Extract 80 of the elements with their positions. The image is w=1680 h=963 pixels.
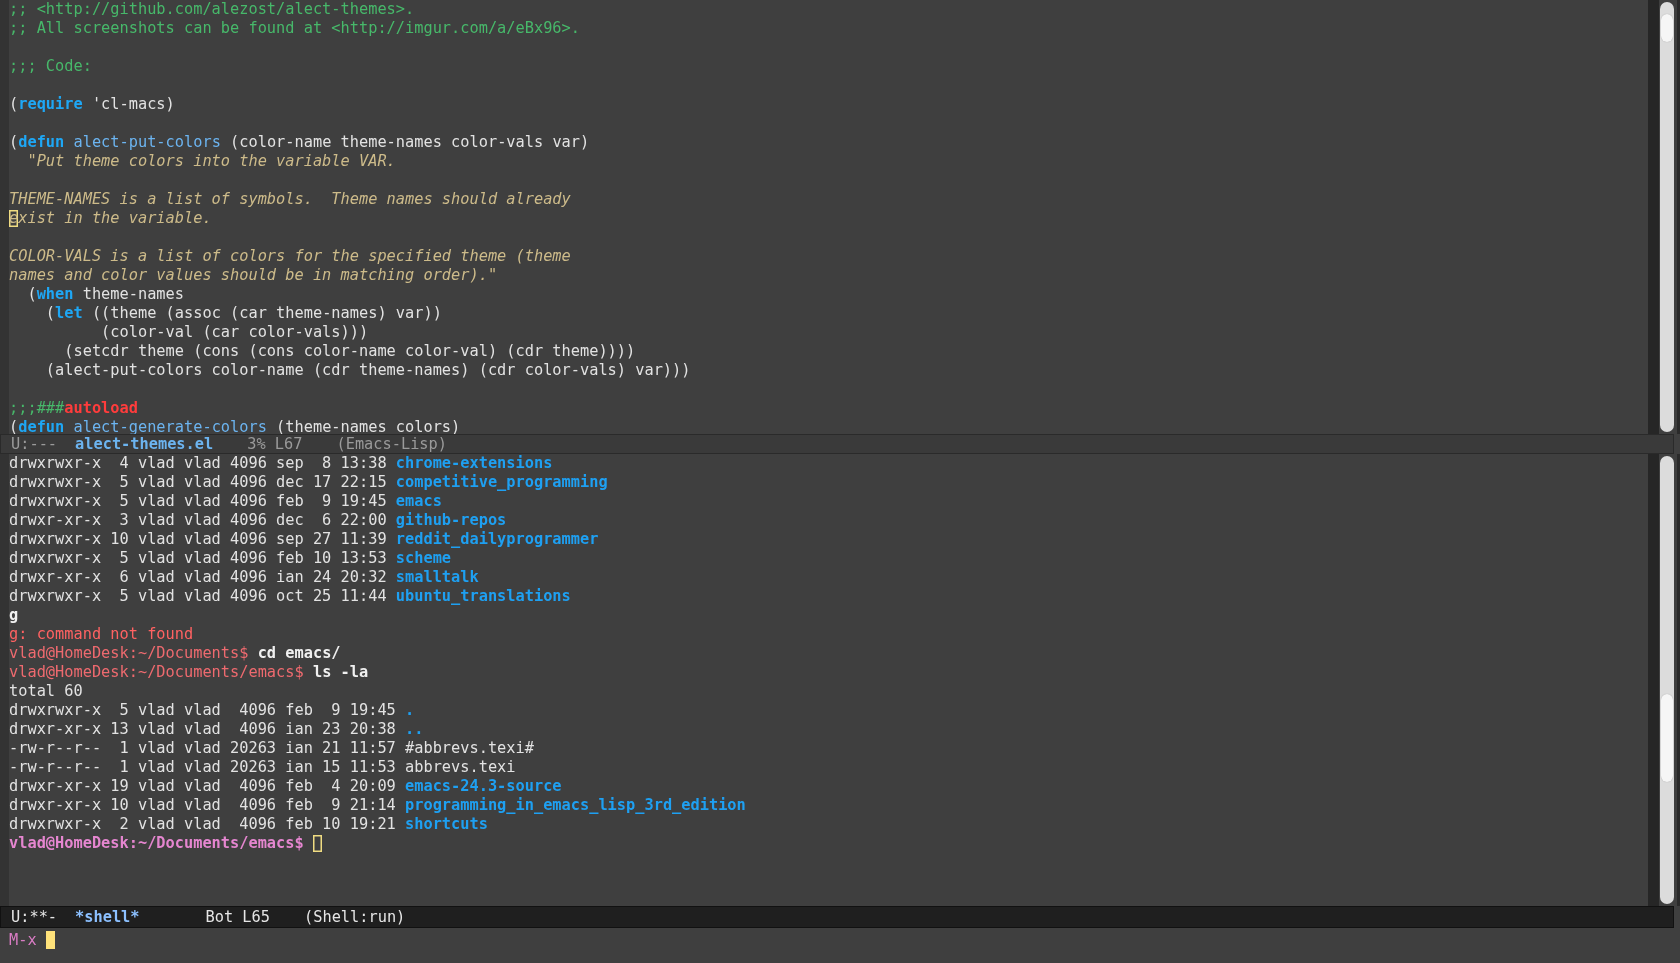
code-text: ( — [44, 304, 56, 322]
code-text: drwxrwxr-x 5 vlad vlad 4096 feb 10 13:53 — [9, 549, 388, 567]
directory-name: smalltalk — [395, 568, 479, 586]
minibuffer-prompt: M-x — [9, 931, 37, 950]
scrollbar[interactable] — [1660, 456, 1674, 904]
buffer-status: U:**- — [11, 907, 58, 927]
code-text: drwxr-xr-x 6 vlad vlad 4096 ian 24 20:32 — [9, 568, 388, 586]
code-keyword: defun — [18, 133, 65, 151]
code-text: ( — [9, 95, 19, 113]
code-text: total 60 — [9, 682, 83, 700]
code-text: -rw-r--r-- 1 vlad vlad 20263 ian 21 11:57 #abbrevs.texi# — [9, 739, 534, 757]
text-cursor — [312, 835, 323, 852]
code-text: -rw-r--r-- 1 vlad vlad 20263 ian 15 11:53 abbrevs.texi — [9, 758, 516, 776]
directory-name: emacs — [395, 492, 442, 510]
directory-name: shortcuts — [405, 815, 488, 833]
docstring-text: xist in the variable. — [18, 209, 212, 227]
directory-name: scheme — [395, 549, 452, 567]
error-message: g: command not found — [9, 625, 194, 643]
shell-prompt: vlad@HomeDesk:~/Documents$ — [9, 644, 249, 662]
shell-prompt: vlad@HomeDesk:~/Documents/emacs$ — [9, 834, 305, 852]
code-text: drwxrwxr-x 5 vlad vlad 4096 oct 25 11:44 — [9, 587, 388, 605]
code-text: (color-val (car color-vals))) — [100, 323, 369, 341]
directory-name: ubuntu_translations — [395, 587, 571, 605]
function-name: alect-put-colors — [73, 133, 221, 151]
code-text: theme-names — [81, 285, 184, 303]
code-text: drwxrwxr-x 2 vlad vlad 4096 feb 10 19:21 — [9, 815, 397, 833]
directory-name: github-repos — [395, 511, 507, 529]
scrollbar[interactable] — [1660, 2, 1674, 432]
code-text: (setcdr theme (cons (cons color-name color-val) (cdr theme)))) — [63, 342, 636, 360]
major-mode[interactable]: (Shell:run) — [304, 907, 406, 927]
docstring-text: THEME-NAMES is a list of symbols. Theme names should already — [9, 190, 571, 208]
shell-prompt: vlad@HomeDesk:~/Documents/emacs$ — [9, 663, 304, 681]
docstring-text: names and color values should be in matching order)." — [9, 266, 498, 284]
docstring-text: "Put theme colors into the variable VAR. — [26, 152, 396, 170]
major-mode[interactable]: (Emacs-Lisp) — [336, 435, 447, 453]
code-keyword: require — [18, 95, 83, 113]
code-text: ( — [9, 133, 19, 151]
code-text: (alect-put-colors color-name (cdr theme-names) (cdr color-vals) var))) — [44, 361, 691, 379]
text-cursor — [45, 931, 55, 949]
command-text: ls -la — [311, 663, 369, 681]
buffer-position: 3% L67 — [247, 435, 303, 453]
autoload-keyword: autoload — [64, 399, 138, 417]
code-text: (color-name theme-names color-vals var) — [229, 133, 590, 151]
code-text: drwxr-xr-x 3 vlad vlad 4096 dec 6 22:00 — [9, 511, 388, 529]
code-keyword: when — [36, 285, 74, 303]
buffer-position: Bot L65 — [205, 907, 270, 927]
code-keyword: let — [55, 304, 83, 322]
directory-name: . — [405, 701, 415, 719]
scrollbar-thumb[interactable] — [1661, 694, 1673, 782]
code-text: drwxrwxr-x 10 vlad vlad 4096 sep 27 11:39 — [9, 530, 388, 548]
directory-name: emacs-24.3-source — [405, 777, 562, 795]
directory-name: .. — [405, 720, 424, 738]
code-text: 'cl-macs) — [90, 95, 175, 113]
code-comment: ;; All screenshots can be found at <http://imgur.com/a/eBx96>. — [9, 19, 580, 37]
code-text: drwxr-xr-x 19 vlad vlad 4096 feb 4 20:09 — [9, 777, 397, 795]
code-text: (theme-names colors) — [275, 418, 461, 434]
command-text: cd emacs/ — [256, 644, 341, 662]
directory-name: reddit_dailyprogrammer — [395, 530, 599, 548]
directory-name: chrome-extensions — [395, 454, 553, 472]
code-comment: ;;; Code: — [9, 57, 92, 75]
code-text: ((theme (assoc (car theme-names) var)) — [90, 304, 442, 322]
buffer-status: U:--- — [11, 435, 58, 453]
code-text: drwxrwxr-x 5 vlad vlad 4096 feb 9 19:45 — [9, 701, 397, 719]
buffer-name[interactable]: alect-themes.el — [75, 435, 214, 453]
directory-name: competitive_programming — [395, 473, 608, 491]
docstring-text: COLOR-VALS is a list of colors for the specified theme (theme — [9, 247, 571, 265]
code-text: ( — [9, 418, 19, 434]
code-text: drwxr-xr-x 13 vlad vlad 4096 ian 23 20:38 — [9, 720, 397, 738]
code-comment: ;;;### — [9, 399, 65, 417]
code-comment: ;; <http://github.com/alezost/alect-themes>. — [9, 0, 415, 18]
code-text: drwxrwxr-x 4 vlad vlad 4096 sep 8 13:38 — [9, 454, 388, 472]
code-keyword: defun — [18, 418, 65, 434]
command-text: g — [9, 606, 19, 624]
code-text: drwxr-xr-x 10 vlad vlad 4096 feb 9 21:14 — [9, 796, 397, 814]
scrollbar-thumb[interactable] — [1661, 14, 1673, 42]
code-text: drwxrwxr-x 5 vlad vlad 4096 feb 9 19:45 — [9, 492, 388, 510]
code-text: drwxrwxr-x 5 vlad vlad 4096 dec 17 22:15 — [9, 473, 388, 491]
buffer-name[interactable]: *shell* — [75, 907, 140, 927]
directory-name: programming_in_emacs_lisp_3rd_edition — [405, 796, 746, 814]
code-text: ( — [26, 285, 37, 303]
